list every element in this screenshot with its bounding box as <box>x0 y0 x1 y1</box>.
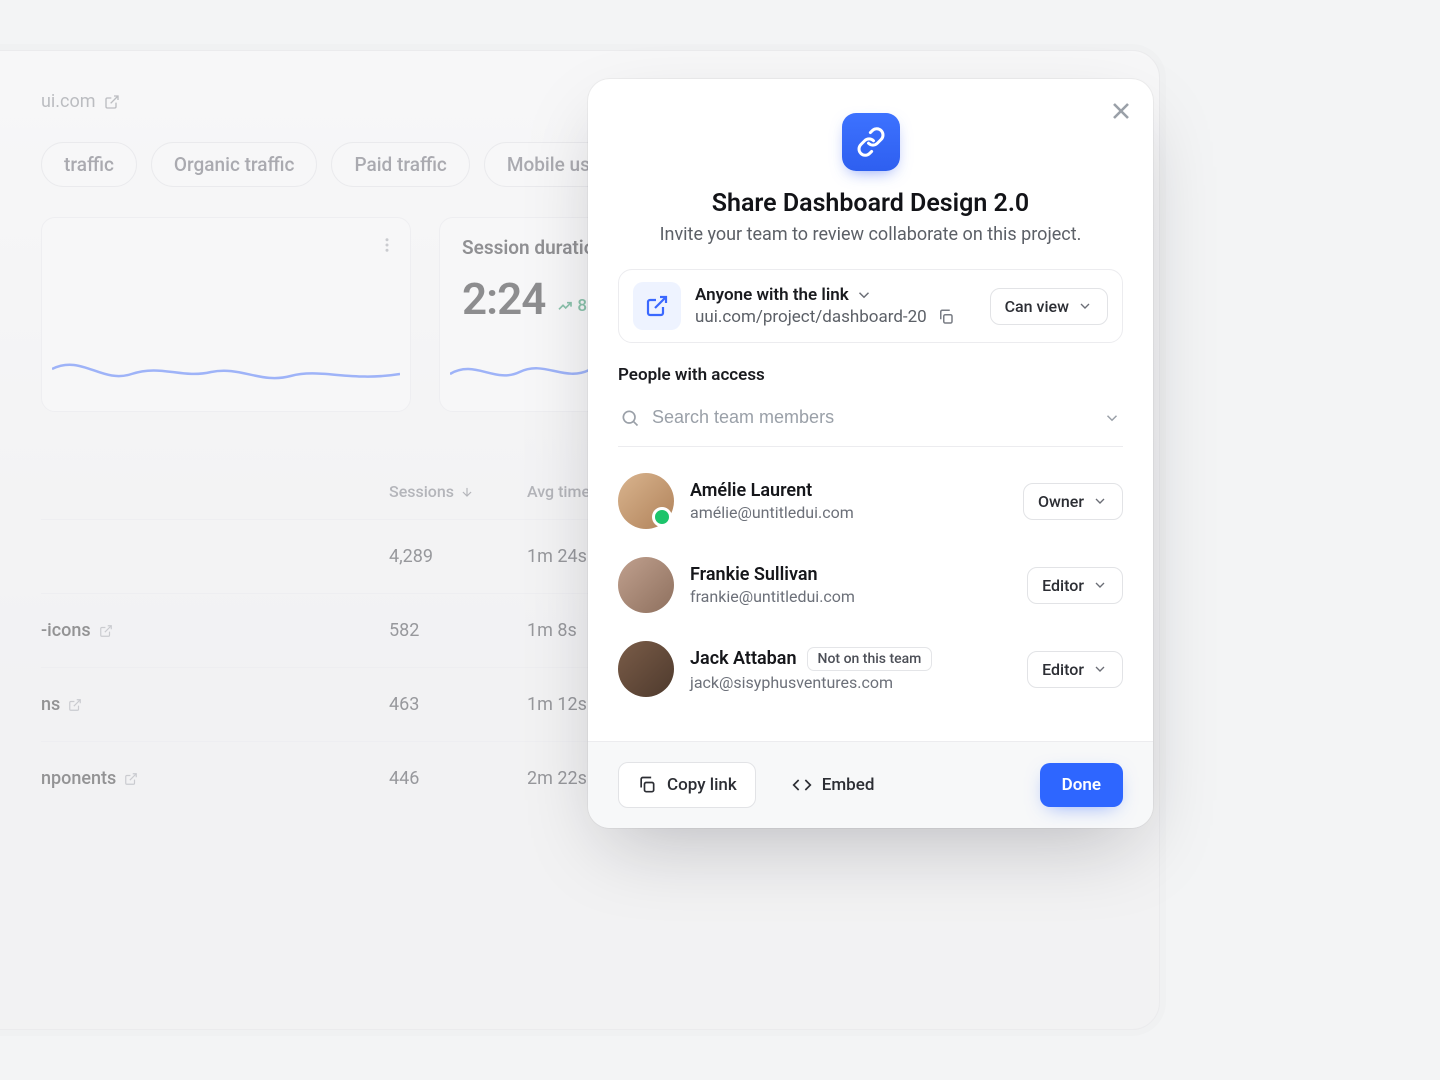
sparkline <box>52 344 400 399</box>
pill[interactable]: Organic traffic <box>151 142 318 187</box>
external-link-icon <box>99 624 113 638</box>
chevron-down-icon <box>855 286 873 304</box>
card-metric: 2:24 <box>462 273 545 325</box>
modal-title: Share Dashboard Design 2.0 <box>618 189 1123 218</box>
chevron-down-icon <box>1092 577 1108 593</box>
col-sessions[interactable]: Sessions <box>389 482 454 501</box>
arrow-down-icon <box>460 485 474 499</box>
role-dropdown[interactable]: Owner <box>1023 483 1123 520</box>
copy-icon[interactable] <box>937 308 955 326</box>
link-scope-icon <box>633 282 681 330</box>
copy-icon <box>637 775 657 795</box>
role-dropdown[interactable]: Editor <box>1027 567 1123 604</box>
permission-dropdown[interactable]: Can view <box>990 288 1108 325</box>
share-modal: Share Dashboard Design 2.0 Invite your t… <box>588 79 1153 828</box>
trend-up-icon <box>557 298 573 314</box>
external-link-icon <box>124 772 138 786</box>
link-settings-box: Anyone with the link uui.com/project/das… <box>618 269 1123 343</box>
search-members-input[interactable] <box>652 407 1091 428</box>
more-vertical-icon <box>378 236 396 254</box>
link-scope-dropdown[interactable]: Anyone with the link <box>695 285 976 305</box>
role-dropdown[interactable]: Editor <box>1027 651 1123 688</box>
person-row: Jack Attaban Not on this team jack@sisyp… <box>618 627 1123 711</box>
external-link-icon <box>68 698 82 712</box>
avatar <box>618 641 674 697</box>
breadcrumb-text: ui.com <box>41 91 96 112</box>
share-url: uui.com/project/dashboard-20 <box>695 307 927 327</box>
chevron-down-icon <box>1092 661 1108 677</box>
pill[interactable]: Paid traffic <box>331 142 469 187</box>
close-icon <box>1107 97 1135 125</box>
chevron-down-icon <box>1092 493 1108 509</box>
external-link-icon <box>645 294 669 318</box>
external-link-icon <box>104 94 120 110</box>
person-row: Frankie Sullivan frankie@untitledui.com … <box>618 543 1123 627</box>
chevron-down-icon[interactable] <box>1103 409 1121 427</box>
modal-subtitle: Invite your team to review collaborate o… <box>618 224 1123 245</box>
chevron-down-icon <box>1077 298 1093 314</box>
pill[interactable]: traffic <box>41 142 137 187</box>
metric-card <box>41 217 411 412</box>
share-app-icon <box>842 113 900 171</box>
link-icon <box>856 127 886 157</box>
modal-footer: Copy link Embed Done <box>588 741 1153 828</box>
copy-link-button[interactable]: Copy link <box>618 762 756 808</box>
code-icon <box>792 775 812 795</box>
embed-button[interactable]: Embed <box>774 763 893 807</box>
avatar <box>618 473 674 529</box>
avatar <box>618 557 674 613</box>
people-section-label: People with access <box>618 365 1123 385</box>
close-button[interactable] <box>1107 97 1135 125</box>
search-members <box>618 397 1123 447</box>
team-badge: Not on this team <box>807 647 933 671</box>
card-menu[interactable] <box>378 236 396 258</box>
search-icon <box>620 408 640 428</box>
person-row: Amélie Laurent amélie@untitledui.com Own… <box>618 459 1123 543</box>
done-button[interactable]: Done <box>1040 763 1123 807</box>
